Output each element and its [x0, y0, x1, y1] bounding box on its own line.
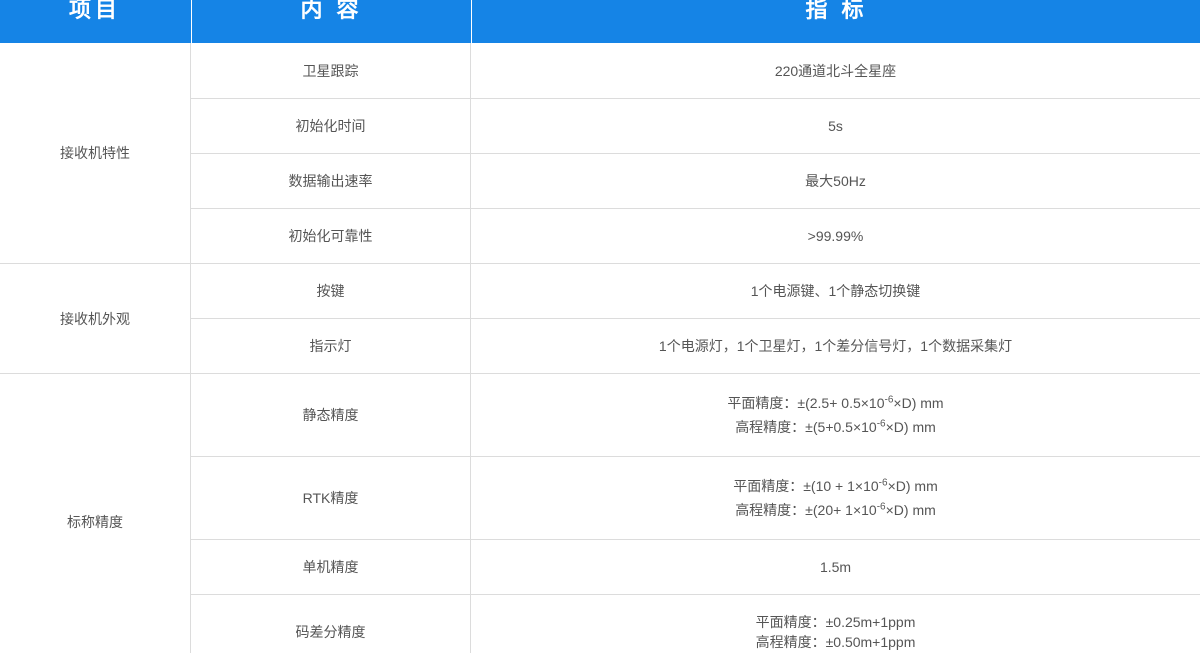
row-value-cell: 5s [471, 99, 1200, 153]
row-value-cell: 平面精度：±0.25m+1ppm 高程精度：±0.50m+1ppm [471, 595, 1200, 669]
row-value: 1.5m [819, 559, 852, 575]
row-content: 静态精度 [302, 407, 359, 423]
group-cell: 接收机特性 [0, 43, 190, 263]
row-value: 220通道北斗全星座 [774, 62, 897, 79]
row-value-cell: 1个电源键、1个静态切换键 [471, 264, 1200, 318]
table-row: 码差分精度 [191, 595, 470, 669]
table-header: 项目 内 容 指 标 [0, 0, 1200, 43]
row-content: 卫星跟踪 [302, 62, 359, 79]
row-content: 单机精度 [302, 559, 359, 575]
table-row: 卫星跟踪 [191, 43, 470, 98]
table-row: 按键 [191, 264, 470, 318]
row-value-cell: 平面精度：±(10 + 1×10-6×D) mm 高程精度：±(20+ 1×10… [471, 457, 1200, 539]
height-accuracy-line: 高程精度：±0.50m+1ppm [755, 634, 916, 650]
group-label: 接收机特性 [60, 145, 130, 161]
row-value-cell: 1个电源灯，1个卫星灯，1个差分信号灯，1个数据采集灯 [471, 319, 1200, 373]
plane-accuracy-unit: ×D) mm [893, 395, 944, 411]
exponent: -6 [876, 501, 886, 513]
group-cell: 接收机外观 [0, 264, 190, 373]
row-value: 1个电源键、1个静态切换键 [750, 283, 921, 299]
group-label: 标称精度 [67, 513, 123, 530]
row-content: 指示灯 [309, 338, 352, 354]
row-value-cell: 平面精度：±(2.5+ 0.5×10-6×D) mm 高程精度：±(5+0.5×… [471, 374, 1200, 456]
table-row: RTK精度 [191, 457, 470, 539]
table-row: 指示灯 [191, 319, 470, 373]
plane-accuracy-line: 平面精度：±(10 + 1×10-6×D) mm [733, 474, 938, 498]
height-accuracy-unit: ×D) mm [885, 419, 936, 435]
row-content: 数据输出速率 [288, 173, 373, 189]
row-content: 初始化时间 [295, 118, 366, 134]
header-content: 内 容 [191, 0, 471, 43]
row-value: >99.99% [807, 228, 864, 244]
group-cell: 标称精度 [0, 374, 190, 669]
row-value: 1个电源灯，1个卫星灯，1个差分信号灯，1个数据采集灯 [658, 338, 1013, 354]
row-value: 5s [828, 118, 843, 134]
table-row: 单机精度 [191, 540, 470, 594]
plane-accuracy-text: 平面精度：±(2.5+ 0.5×10 [727, 395, 885, 411]
height-accuracy-text: 高程精度：±(20+ 1×10 [735, 502, 877, 518]
row-content: 码差分精度 [295, 624, 366, 640]
table-row: 数据输出速率 [191, 154, 470, 208]
row-value: 最大50Hz [805, 173, 866, 189]
exponent: -6 [876, 418, 886, 430]
plane-accuracy-line: 平面精度：±0.25m+1ppm [755, 614, 916, 630]
row-value-cell: 220通道北斗全星座 [471, 43, 1200, 98]
plane-accuracy-text: 平面精度：±(10 + 1×10 [733, 478, 879, 494]
plane-accuracy-line: 平面精度：±(2.5+ 0.5×10-6×D) mm [727, 391, 943, 415]
height-accuracy-line: 高程精度：±(20+ 1×10-6×D) mm [735, 498, 936, 522]
height-accuracy-line: 高程精度：±(5+0.5×10-6×D) mm [735, 415, 936, 439]
header-item: 项目 [68, 0, 121, 22]
group-label: 接收机外观 [60, 310, 130, 327]
header-spec: 指 标 [471, 0, 1200, 43]
row-value-cell: 1.5m [471, 540, 1200, 594]
table-row: 静态精度 [191, 374, 470, 456]
table-row: 初始化时间 [191, 99, 470, 153]
row-value-cell: >99.99% [471, 209, 1200, 263]
plane-accuracy-unit: ×D) mm [887, 478, 938, 494]
row-value-cell: 最大50Hz [471, 154, 1200, 208]
exponent: -6 [878, 477, 888, 489]
height-accuracy-text: 高程精度：±(5+0.5×10 [735, 419, 877, 435]
row-content: 按键 [316, 283, 345, 299]
table-row: 初始化可靠性 [191, 209, 470, 263]
row-content: RTK精度 [302, 490, 359, 506]
row-content: 初始化可靠性 [288, 228, 373, 244]
height-accuracy-unit: ×D) mm [885, 502, 936, 518]
